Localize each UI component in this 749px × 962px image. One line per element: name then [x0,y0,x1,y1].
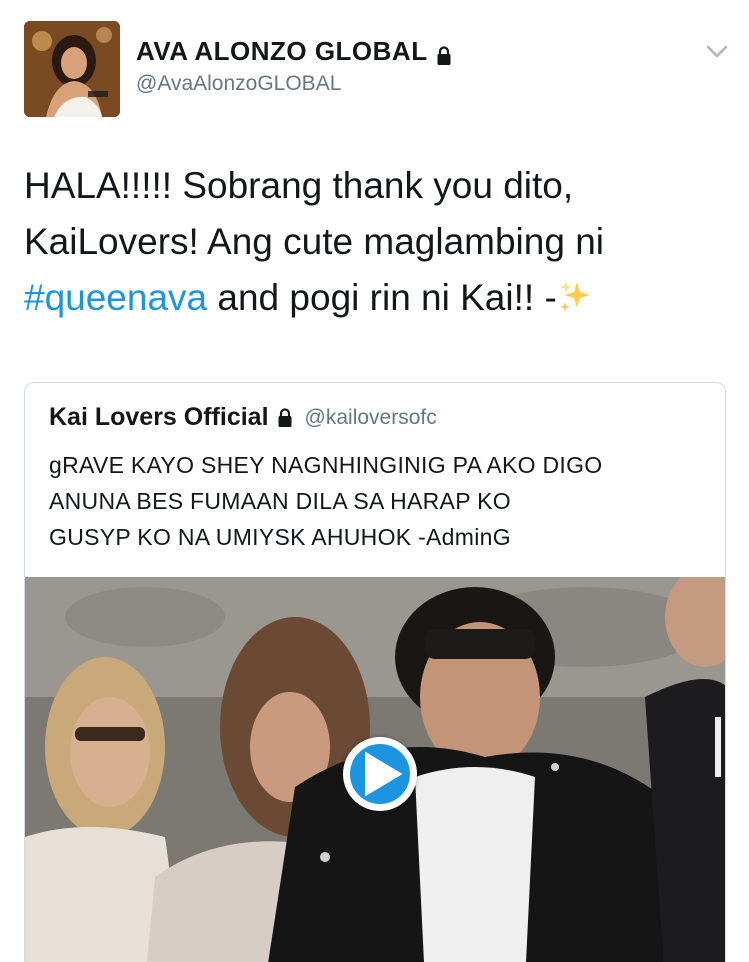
lock-icon [277,407,293,428]
author-handle[interactable]: @AvaAlonzoGLOBAL [136,72,341,96]
video-thumbnail[interactable] [25,577,725,962]
hashtag-link[interactable]: #queenava [24,277,207,318]
tweet-text: HALA!!!!! Sobrang thank you dito, KaiLov… [24,158,724,326]
quoted-tweet-card[interactable]: Kai Lovers Official @kailoversofc gRAVE … [24,382,726,962]
chevron-down-icon [706,45,728,64]
quoted-text-line: ANUNA BES FUMAAN DILA SA HARAP KO [49,488,511,514]
quoted-author-handle[interactable]: @kailoversofc [305,406,437,430]
author-name[interactable]: AVA ALONZO GLOBAL [136,36,452,67]
sparkles-icon [557,274,593,312]
author-name-text[interactable]: AVA ALONZO GLOBAL [136,36,428,67]
tweet-options-button[interactable] [704,44,730,64]
quoted-tweet-text: gRAVE KAYO SHEY NAGNHINGINIG PA AKO DIGO… [49,447,709,555]
lock-icon [436,42,452,65]
quoted-text-line: GUSYP KO NA UMIYSK AHUHOK -AdminG [49,524,511,550]
tweet-text-line: KaiLovers! Ang cute maglambing ni [24,221,605,262]
tweet-text-segment: and pogi rin ni Kai!! - [207,277,557,318]
play-icon [350,744,410,804]
play-button[interactable] [343,737,417,811]
quoted-tweet-header: Kai Lovers Official @kailoversofc [49,403,437,432]
quoted-author-name[interactable]: Kai Lovers Official [49,403,269,432]
author-avatar[interactable] [24,21,120,117]
tweet-text-line: HALA!!!!! Sobrang thank you dito, [24,165,574,206]
quoted-text-line: gRAVE KAYO SHEY NAGNHINGINIG PA AKO DIGO [49,452,603,478]
tweet-text-line: #queenava and pogi rin ni Kai!! - [24,270,724,326]
